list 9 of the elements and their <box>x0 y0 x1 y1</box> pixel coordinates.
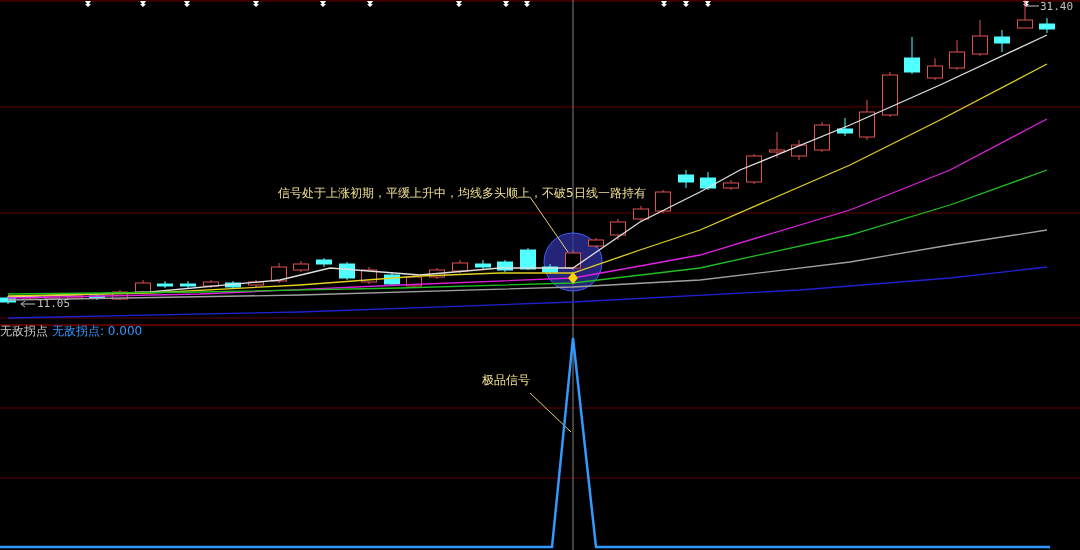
indicator-reading: 无敌拐点: 0.000 <box>52 324 143 338</box>
low-price-pointer <box>20 300 36 308</box>
indicator-name: 无敌拐点 <box>0 324 48 338</box>
signal-annotation: 信号处于上涨初期，平缓上升中，均线多头顺上，不破5日线一路持有 <box>278 186 646 200</box>
leader-line <box>529 392 572 433</box>
low-price-label: 11.05 <box>37 297 71 311</box>
signal-diamond-icon <box>568 272 578 284</box>
signal-annotation: 极品信号 <box>482 373 530 387</box>
high-price-label: 31.40 <box>1040 0 1074 14</box>
